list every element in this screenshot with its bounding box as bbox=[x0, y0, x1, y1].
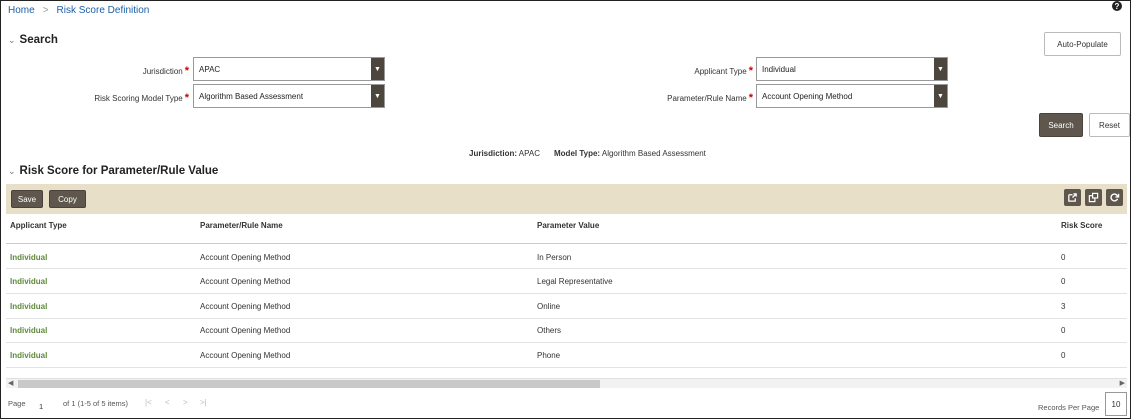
reset-button[interactable]: Reset bbox=[1089, 113, 1130, 137]
next-page-icon[interactable]: > bbox=[183, 398, 188, 407]
table-row-4-applicant-type[interactable]: Individual bbox=[10, 326, 47, 335]
table-row-3-risk-score: 3 bbox=[1061, 302, 1066, 311]
required-mark: * bbox=[184, 65, 189, 77]
chevron-down-icon: ⌄ bbox=[8, 165, 16, 176]
parameter-select[interactable]: Account Opening Method ▼ bbox=[756, 84, 948, 108]
breadcrumb-separator: > bbox=[42, 5, 49, 16]
summary-jurisdiction-value: APAC bbox=[518, 149, 540, 158]
table-row-1-applicant-type[interactable]: Individual bbox=[10, 253, 47, 262]
results-toolbar: Save Copy bbox=[6, 184, 1127, 214]
jurisdiction-value: APAC bbox=[199, 64, 221, 74]
dropdown-arrow-icon[interactable]: ▼ bbox=[934, 58, 947, 80]
table-row-1-parameter-name: Account Opening Method bbox=[200, 253, 291, 262]
page-frame: Home > Risk Score Definition ? ⌄ Search Au… bbox=[0, 0, 1131, 419]
help-icon[interactable]: ? bbox=[1112, 1, 1122, 11]
column-header-risk-score[interactable]: Risk Score bbox=[1061, 221, 1102, 230]
row-divider bbox=[6, 342, 1127, 343]
first-page-icon[interactable]: |< bbox=[145, 398, 152, 407]
required-mark: * bbox=[748, 65, 753, 77]
summary-model-type: Model Type: Algorithm Based Assessment bbox=[554, 149, 706, 158]
summary-jurisdiction-label: Jurisdiction: bbox=[469, 149, 518, 158]
table-row-5-applicant-type[interactable]: Individual bbox=[10, 351, 47, 360]
summary-model-label: Model Type: bbox=[554, 149, 601, 158]
row-divider bbox=[6, 293, 1127, 294]
jurisdiction-select[interactable]: APAC ▼ bbox=[193, 57, 385, 81]
page-input[interactable]: 1 bbox=[39, 402, 43, 411]
jurisdiction-label-text: Jurisdiction bbox=[142, 67, 183, 76]
last-page-icon[interactable]: >| bbox=[200, 398, 207, 407]
risk-model-label-text: Risk Scoring Model Type bbox=[94, 94, 183, 103]
row-divider bbox=[6, 367, 1127, 368]
dropdown-arrow-icon[interactable]: ▼ bbox=[934, 85, 947, 107]
chevron-down-icon: ⌄ bbox=[8, 34, 16, 45]
records-per-page-select[interactable]: 10 bbox=[1105, 392, 1127, 416]
copy-button[interactable]: Copy bbox=[49, 190, 86, 208]
scrollbar-thumb[interactable] bbox=[18, 380, 600, 388]
applicant-type-select[interactable]: Individual ▼ bbox=[756, 57, 948, 81]
search-section-header[interactable]: ⌄ Search bbox=[8, 34, 58, 46]
column-settings-icon[interactable] bbox=[1085, 189, 1102, 206]
records-per-page-label: Records Per Page bbox=[1038, 403, 1100, 412]
table-row-4-parameter-value: Others bbox=[537, 326, 562, 335]
row-divider bbox=[6, 268, 1127, 269]
table-row-4-parameter-name: Account Opening Method bbox=[200, 326, 291, 335]
summary-model-value: Algorithm Based Assessment bbox=[601, 149, 706, 158]
table-row-3-applicant-type[interactable]: Individual bbox=[10, 302, 47, 311]
parameter-label-text: Parameter/Rule Name bbox=[667, 94, 747, 103]
search-button[interactable]: Search bbox=[1039, 113, 1083, 137]
summary-jurisdiction: Jurisdiction: APAC bbox=[469, 149, 540, 158]
jurisdiction-label: Jurisdiction * bbox=[61, 65, 189, 77]
risk-model-value: Algorithm Based Assessment bbox=[199, 91, 304, 101]
table-row-5-parameter-name: Account Opening Method bbox=[200, 351, 291, 360]
parameter-label: Parameter/Rule Name * bbox=[621, 92, 753, 104]
table-row-3-parameter-value: Online bbox=[537, 302, 561, 311]
risk-model-select[interactable]: Algorithm Based Assessment ▼ bbox=[193, 84, 385, 108]
applicant-type-label: Applicant Type * bbox=[621, 65, 753, 77]
required-mark: * bbox=[748, 92, 753, 104]
row-divider bbox=[6, 318, 1127, 319]
risk-model-label: Risk Scoring Model Type * bbox=[61, 92, 189, 104]
horizontal-scrollbar[interactable]: ◀ ▶ bbox=[6, 378, 1127, 388]
table-row-2-parameter-value: Legal Representative bbox=[537, 277, 613, 286]
scroll-right-icon[interactable]: ▶ bbox=[1120, 379, 1125, 387]
results-section-header[interactable]: ⌄ Risk Score for Parameter/Rule Value bbox=[8, 165, 218, 177]
applicant-type-label-text: Applicant Type bbox=[694, 67, 747, 76]
breadcrumb: Home > Risk Score Definition bbox=[8, 5, 149, 16]
table-row-2-parameter-name: Account Opening Method bbox=[200, 277, 291, 286]
header-divider bbox=[6, 243, 1127, 244]
table-row-3-parameter-name: Account Opening Method bbox=[200, 302, 291, 311]
dropdown-arrow-icon[interactable]: ▼ bbox=[371, 58, 384, 80]
previous-page-icon[interactable]: < bbox=[165, 398, 170, 407]
refresh-icon[interactable] bbox=[1106, 189, 1123, 206]
table-row-1-risk-score: 0 bbox=[1061, 253, 1066, 262]
applicant-type-value: Individual bbox=[762, 64, 796, 74]
search-section-title: Search bbox=[19, 34, 58, 46]
page-label: Page bbox=[8, 399, 26, 408]
results-section-title: Risk Score for Parameter/Rule Value bbox=[19, 165, 219, 177]
save-button[interactable]: Save bbox=[11, 190, 43, 208]
column-header-parameter-value[interactable]: Parameter Value bbox=[537, 221, 599, 230]
required-mark: * bbox=[184, 92, 189, 104]
table-row-5-parameter-value: Phone bbox=[537, 351, 561, 360]
table-row-1-parameter-value: In Person bbox=[537, 253, 572, 262]
table-row-4-risk-score: 0 bbox=[1061, 326, 1066, 335]
auto-populate-button[interactable]: Auto-Populate bbox=[1044, 32, 1121, 56]
export-icon[interactable] bbox=[1064, 189, 1081, 206]
breadcrumb-home[interactable]: Home bbox=[8, 5, 35, 16]
table-row-2-applicant-type[interactable]: Individual bbox=[10, 277, 47, 286]
column-header-applicant-type[interactable]: Applicant Type bbox=[10, 221, 67, 230]
parameter-value: Account Opening Method bbox=[762, 91, 853, 101]
breadcrumb-current[interactable]: Risk Score Definition bbox=[57, 5, 150, 16]
scroll-left-icon[interactable]: ◀ bbox=[8, 379, 13, 387]
table-row-5-risk-score: 0 bbox=[1061, 351, 1066, 360]
table-row-2-risk-score: 0 bbox=[1061, 277, 1066, 286]
dropdown-arrow-icon[interactable]: ▼ bbox=[371, 85, 384, 107]
column-header-parameter-rule-name[interactable]: Parameter/Rule Name bbox=[200, 221, 283, 230]
page-count-text: of 1 (1-5 of 5 items) bbox=[63, 399, 129, 408]
